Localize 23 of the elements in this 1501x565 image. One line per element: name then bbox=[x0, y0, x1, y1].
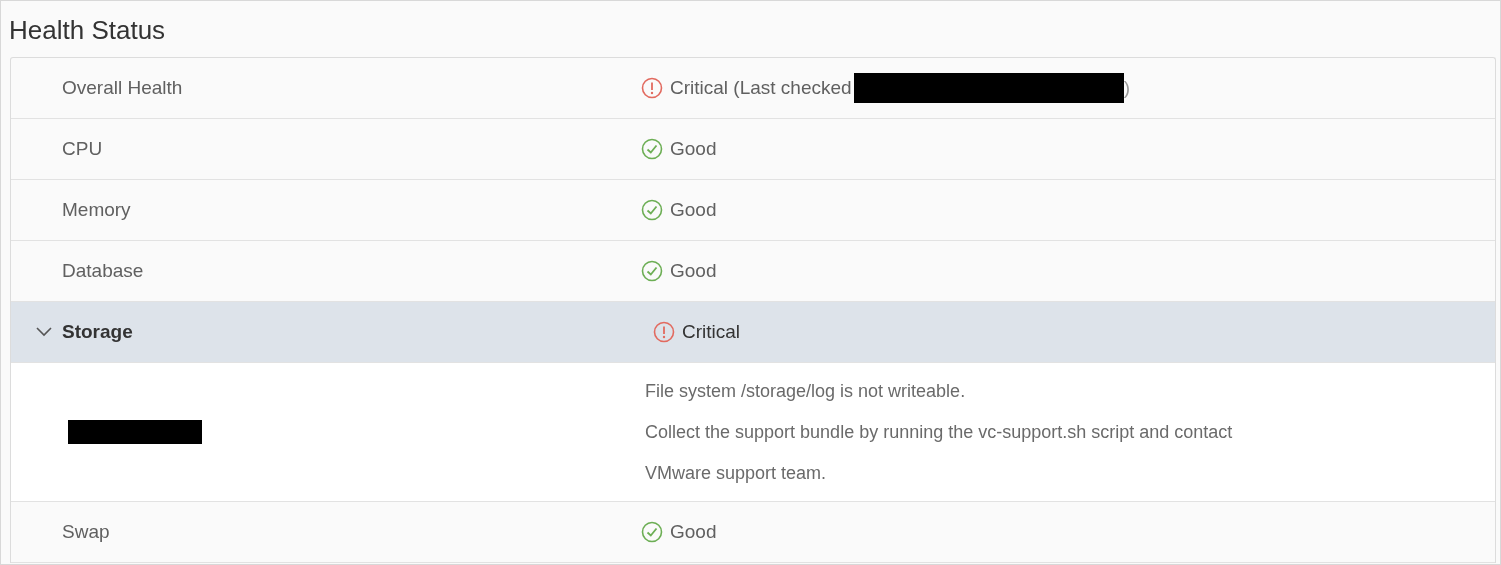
detail-text: Collect the support bundle by running the vc-support.sh script and contact bbox=[645, 420, 1233, 444]
row-label: Memory bbox=[62, 199, 131, 221]
table-row[interactable]: Overall Health Critical (Last checked ) bbox=[11, 58, 1495, 119]
panel-title: Health Status bbox=[8, 14, 167, 47]
chevron-icon[interactable] bbox=[35, 326, 53, 338]
table-row[interactable]: CPU Good bbox=[11, 119, 1495, 180]
table-row[interactable]: Memory Good bbox=[11, 180, 1495, 241]
detail-text: VMware support team. bbox=[645, 461, 827, 485]
row-label: CPU bbox=[62, 138, 103, 160]
row-label: Swap bbox=[62, 521, 110, 543]
status-text: Good bbox=[670, 199, 717, 221]
detail-text: File system /storage/log is not writeable. bbox=[645, 379, 966, 403]
status-text: ) bbox=[1123, 77, 1130, 99]
status-text: Good bbox=[670, 138, 717, 160]
table-row[interactable]: Swap Good bbox=[11, 502, 1495, 563]
selected-row[interactable]: Storage Critical bbox=[11, 302, 1495, 363]
status-text: Critical bbox=[682, 321, 741, 343]
status-text: Good bbox=[670, 521, 717, 543]
row-label: Database bbox=[62, 260, 144, 282]
status-text: Good bbox=[670, 260, 717, 282]
row-label: Overall Health bbox=[62, 77, 183, 99]
row-label: Storage bbox=[62, 321, 133, 343]
status-text: Critical (Last checked bbox=[670, 77, 852, 99]
